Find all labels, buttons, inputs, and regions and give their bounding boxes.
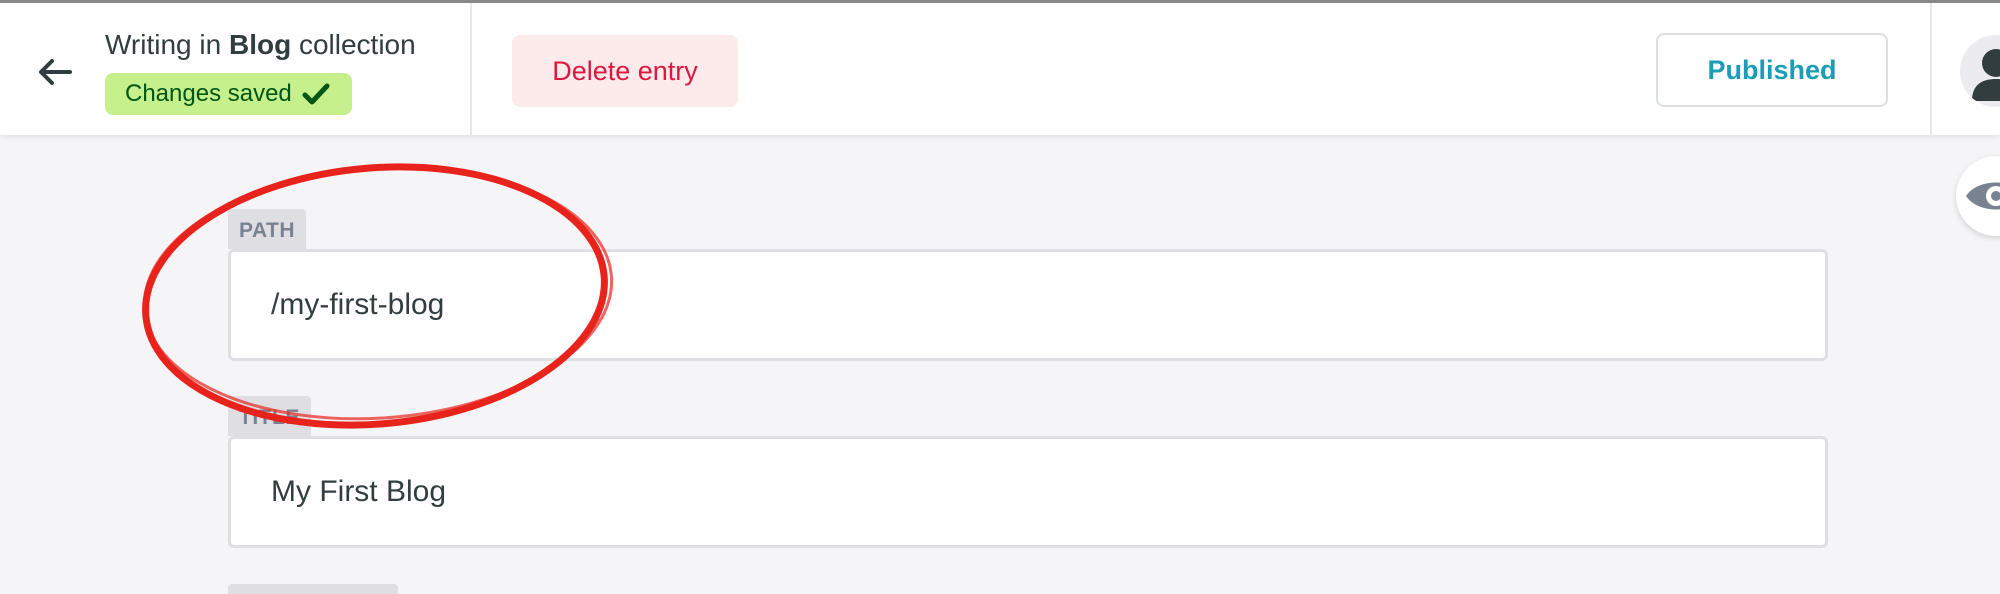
collection-suffix: collection	[298, 29, 416, 60]
checkmark-icon	[302, 83, 330, 105]
editor-toolbar: Writing in Blog collection Changes saved…	[0, 3, 2000, 135]
saved-status-label: Changes saved	[125, 80, 292, 107]
path-field-label: PATH	[228, 209, 307, 249]
saved-status-badge: Changes saved	[105, 73, 352, 115]
entry-info: Writing in Blog collection Changes saved	[105, 25, 416, 115]
path-input[interactable]	[228, 249, 1828, 361]
next-field-label	[228, 584, 398, 594]
collection-prefix: Writing in	[105, 29, 222, 60]
user-avatar[interactable]	[1960, 35, 2000, 107]
collection-name: Blog	[228, 29, 292, 60]
toolbar-divider	[470, 3, 472, 135]
publish-status-button[interactable]: Published	[1656, 33, 1888, 107]
eye-icon	[1966, 182, 2000, 210]
delete-entry-button[interactable]: Delete entry	[512, 35, 738, 107]
title-input[interactable]	[228, 436, 1828, 548]
title-field: TITLE	[228, 396, 1828, 548]
collection-title: Writing in Blog collection	[105, 25, 416, 65]
back-button[interactable]	[34, 51, 76, 93]
user-icon	[1972, 49, 2000, 101]
preview-toggle-button[interactable]	[1956, 156, 2000, 236]
next-field	[228, 584, 1828, 594]
title-field-label: TITLE	[228, 396, 311, 436]
toolbar-divider-right	[1930, 3, 1932, 135]
path-field: PATH	[228, 209, 1828, 361]
arrow-left-icon	[39, 59, 72, 85]
